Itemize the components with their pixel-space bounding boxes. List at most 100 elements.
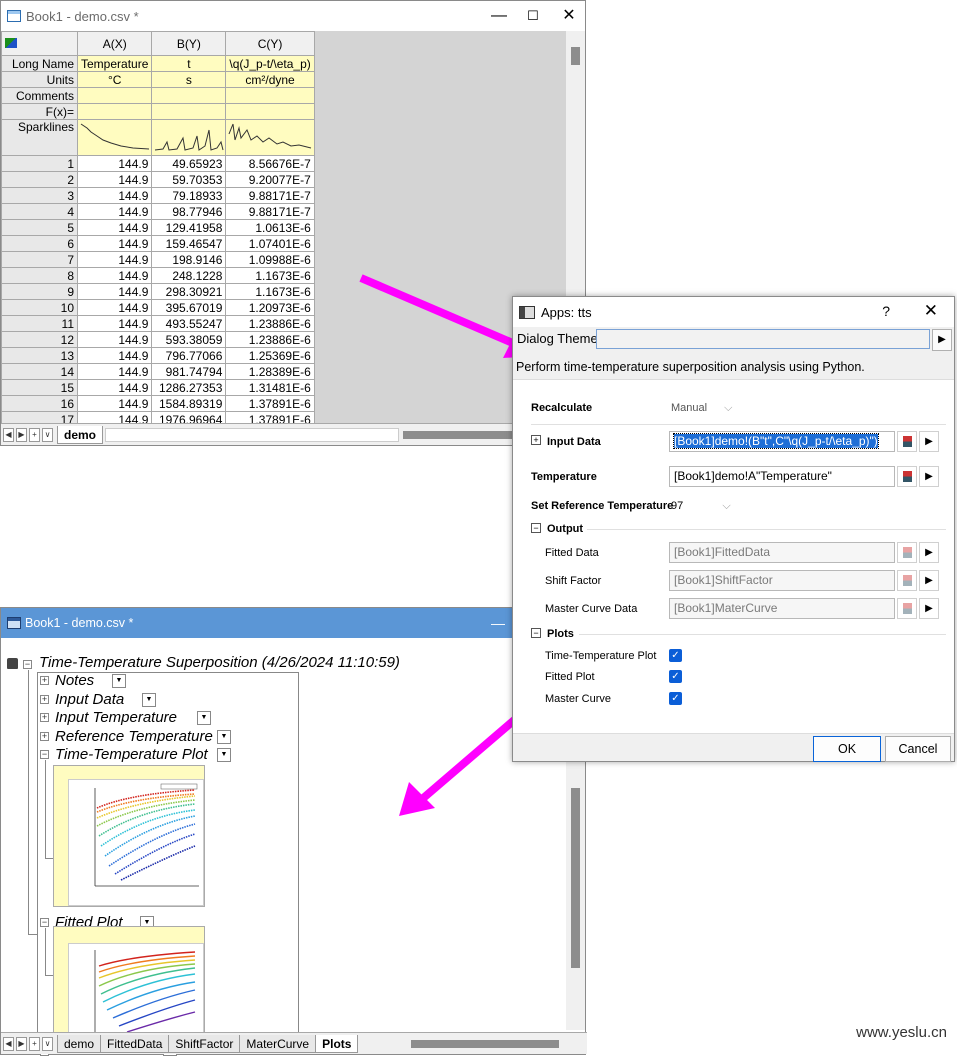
add-sheet-button[interactable]: + — [29, 1036, 40, 1051]
data-cell[interactable]: 144.9 — [76, 267, 153, 284]
row-number[interactable]: 1 — [1, 155, 78, 172]
long-name-cell[interactable]: Temperature — [76, 55, 153, 72]
data-cell[interactable]: 1.28389E-6 — [225, 363, 315, 380]
shift-factor-menu-button[interactable]: ▶ — [919, 570, 939, 591]
worksheet-hscroll-track[interactable] — [105, 427, 399, 442]
expand-reference-temperature-icon[interactable]: + — [40, 732, 49, 741]
data-cell[interactable]: 144.9 — [76, 171, 153, 188]
collapse-ttp-icon[interactable]: − — [40, 750, 49, 759]
table-row[interactable]: 16 144.9 1584.89319 1.37891E-6 — [1, 395, 315, 412]
data-cell[interactable]: 144.9 — [76, 187, 153, 204]
row-number[interactable]: 9 — [1, 283, 78, 300]
row-number[interactable]: 7 — [1, 251, 78, 268]
units-cell[interactable]: cm²/dyne — [225, 71, 315, 88]
fitted-plot-checkbox[interactable]: ✓ — [669, 670, 682, 683]
add-sheet-button[interactable]: + — [29, 427, 40, 442]
ttp-dropdown-button[interactable]: ▼ — [217, 748, 231, 762]
data-cell[interactable]: 1.25369E-6 — [225, 347, 315, 364]
data-cell[interactable]: 144.9 — [76, 379, 153, 396]
formula-cell[interactable] — [151, 103, 227, 120]
data-cell[interactable]: 9.88171E-7 — [225, 187, 315, 204]
data-cell[interactable]: 9.88171E-7 — [225, 203, 315, 220]
input-temperature-dropdown-button[interactable]: ▼ — [197, 711, 211, 725]
row-number[interactable]: 8 — [1, 267, 78, 284]
shift-factor-field[interactable]: [Book1]ShiftFactor — [669, 570, 895, 591]
data-cell[interactable]: 144.9 — [76, 395, 153, 412]
minimize-button[interactable]: — — [489, 6, 509, 26]
data-cell[interactable]: 1584.89319 — [151, 395, 227, 412]
tab-plots[interactable]: Plots — [315, 1034, 359, 1053]
input-data-field[interactable]: [Book1]demo!(B"t",C"\q(J_p-t/\eta_p)") — [669, 431, 895, 452]
data-cell[interactable]: 144.9 — [76, 299, 153, 316]
master-curve-checkbox[interactable]: ✓ — [669, 692, 682, 705]
tab-mater-curve[interactable]: MaterCurve — [239, 1034, 317, 1053]
row-number[interactable]: 14 — [1, 363, 78, 380]
table-row[interactable]: 11 144.9 493.55247 1.23886E-6 — [1, 315, 315, 332]
comments-cell[interactable] — [225, 87, 315, 104]
data-cell[interactable]: 59.70353 — [151, 171, 227, 188]
expand-input-temperature-icon[interactable]: + — [40, 713, 49, 722]
notes-titlebar[interactable]: Book1 - demo.csv * — — [1, 608, 585, 638]
table-row[interactable]: 6 144.9 159.46547 1.07401E-6 — [1, 235, 315, 252]
column-header[interactable]: A(X) — [76, 31, 153, 56]
sheet-list-button[interactable]: ∨ — [42, 1036, 53, 1051]
data-cell[interactable]: 1.31481E-6 — [225, 379, 315, 396]
data-cell[interactable]: 1286.27353 — [151, 379, 227, 396]
data-cell[interactable]: 1.09988E-6 — [225, 251, 315, 268]
theme-menu-button[interactable]: ▶ — [932, 329, 952, 351]
table-row[interactable]: 2 144.9 59.70353 9.20077E-7 — [1, 171, 315, 188]
dialog-titlebar[interactable]: Apps: tts ? ✕ — [513, 297, 954, 327]
table-row[interactable]: 10 144.9 395.67019 1.20973E-6 — [1, 299, 315, 316]
tree-item-input-data[interactable]: Input Data — [55, 691, 124, 708]
row-number[interactable]: 6 — [1, 235, 78, 252]
notes-hscroll-thumb[interactable] — [411, 1039, 559, 1048]
data-cell[interactable]: 79.18933 — [151, 187, 227, 204]
tree-item-time-temperature-plot[interactable]: Time-Temperature Plot — [55, 746, 208, 763]
data-cell[interactable]: 159.46547 — [151, 235, 227, 252]
row-number[interactable]: 5 — [1, 219, 78, 236]
formula-cell[interactable] — [76, 103, 153, 120]
data-cell[interactable]: 1.0613E-6 — [225, 219, 315, 236]
sheet-list-button[interactable]: ∨ — [42, 427, 53, 442]
notes-scroll-thumb[interactable] — [571, 788, 580, 968]
expand-notes-icon[interactable]: + — [40, 676, 49, 685]
data-cell[interactable]: 144.9 — [76, 283, 153, 300]
row-number[interactable]: 11 — [1, 315, 78, 332]
sparkline-cell[interactable] — [151, 119, 227, 156]
maximize-button[interactable]: ☐ — [523, 6, 543, 26]
data-cell[interactable]: 129.41958 — [151, 219, 227, 236]
data-cell[interactable]: 1.23886E-6 — [225, 331, 315, 348]
data-cell[interactable]: 493.55247 — [151, 315, 227, 332]
table-row[interactable]: 14 144.9 981.74794 1.28389E-6 — [1, 363, 315, 380]
recalculate-select[interactable]: Manual ⌵ — [671, 402, 732, 415]
data-cell[interactable]: 796.77066 — [151, 347, 227, 364]
temperature-picker-icon[interactable] — [897, 466, 917, 487]
ok-button[interactable]: OK — [813, 736, 881, 762]
master-curve-data-picker-icon[interactable] — [897, 598, 917, 619]
data-cell[interactable]: 144.9 — [76, 347, 153, 364]
row-number[interactable]: 16 — [1, 395, 78, 412]
data-cell[interactable]: 8.56676E-7 — [225, 155, 315, 172]
row-number[interactable]: 15 — [1, 379, 78, 396]
units-cell[interactable]: s — [151, 71, 227, 88]
long-name-cell[interactable]: t — [151, 55, 227, 72]
data-cell[interactable]: 593.38059 — [151, 331, 227, 348]
dialog-close-button[interactable]: ✕ — [924, 301, 938, 321]
worksheet-titlebar[interactable]: Book1 - demo.csv * — ☐ ✕ — [1, 1, 585, 31]
prev-sheet-button[interactable]: ◀ — [3, 1036, 14, 1051]
table-row[interactable]: 8 144.9 248.1228 1.1673E-6 — [1, 267, 315, 284]
data-cell[interactable]: 144.9 — [76, 363, 153, 380]
shift-factor-picker-icon[interactable] — [897, 570, 917, 591]
table-row[interactable]: 15 144.9 1286.27353 1.31481E-6 — [1, 379, 315, 396]
data-cell[interactable]: 98.77946 — [151, 203, 227, 220]
collapse-root-icon[interactable]: − — [23, 660, 32, 669]
row-number[interactable]: 4 — [1, 203, 78, 220]
fitted-data-field[interactable]: [Book1]FittedData — [669, 542, 895, 563]
long-name-cell[interactable]: \q(J_p-t/\eta_p) — [225, 55, 315, 72]
scroll-thumb[interactable] — [571, 47, 580, 65]
data-cell[interactable]: 1.20973E-6 — [225, 299, 315, 316]
collapse-fitted-plot-icon[interactable]: − — [40, 918, 49, 927]
sparkline-cell[interactable] — [225, 119, 315, 156]
table-row[interactable]: 9 144.9 298.30921 1.1673E-6 — [1, 283, 315, 300]
tab-fitted-data[interactable]: FittedData — [100, 1034, 170, 1053]
